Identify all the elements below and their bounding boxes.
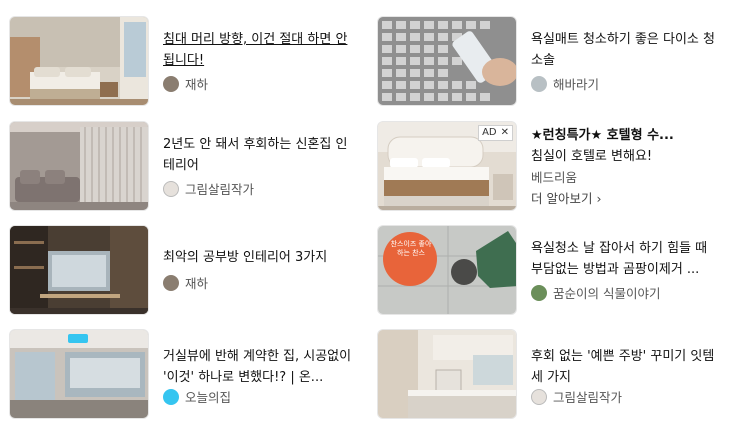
avatar bbox=[531, 388, 547, 405]
avatar bbox=[163, 274, 179, 291]
article-card[interactable]: 침대 머리 방향, 이건 절대 하면 안 됩니다! 재하 bbox=[9, 16, 359, 106]
learn-more-link[interactable]: 더 알아보기 › bbox=[531, 188, 601, 207]
close-icon[interactable]: ✕ bbox=[501, 127, 509, 139]
article-title[interactable]: 2년도 안 돼서 후회하는 신혼집 인테리어 bbox=[163, 134, 353, 176]
avatar bbox=[531, 75, 547, 92]
article-thumbnail[interactable] bbox=[9, 329, 149, 419]
article-card[interactable]: 후회 없는 '예쁜 주방' 꾸미기 잇템 세 가지 그림살림작가 bbox=[377, 329, 727, 419]
author-name: 그림살림작가 bbox=[185, 182, 255, 197]
article-card[interactable]: 욕실매트 청소하기 좋은 다이소 청소솔 해바라기 bbox=[377, 16, 727, 106]
avatar bbox=[531, 284, 547, 301]
author-info[interactable]: 그림살림작가 bbox=[163, 179, 254, 198]
ad-label: AD bbox=[482, 127, 497, 138]
article-thumbnail[interactable] bbox=[9, 16, 149, 106]
ad-badge[interactable]: AD ✕ bbox=[478, 125, 513, 141]
article-thumbnail[interactable] bbox=[9, 121, 149, 211]
ad-thumbnail[interactable]: AD ✕ bbox=[377, 121, 517, 211]
author-info[interactable]: 재하 bbox=[163, 74, 208, 93]
avatar bbox=[163, 180, 179, 197]
article-thumbnail[interactable] bbox=[377, 329, 517, 419]
ad-subtitle[interactable]: 침실이 호텔로 변해요! bbox=[531, 146, 721, 167]
avatar bbox=[163, 75, 179, 92]
author-info[interactable]: 꿈순이의 식물이야기 bbox=[531, 283, 660, 302]
article-title[interactable]: 후회 없는 '예쁜 주방' 꾸미기 잇템 세 가지 bbox=[531, 346, 721, 388]
ad-title[interactable]: ★런칭특가★ 호텔형 수... bbox=[531, 125, 721, 146]
author-name: 재하 bbox=[185, 77, 209, 92]
article-card[interactable]: 찬스이즈 좋아하는 찬스 욕실청소 날 잡아서 하기 힘들 때 부담없는 방법과… bbox=[377, 225, 727, 315]
author-name: 해바라기 bbox=[553, 77, 600, 92]
author-info[interactable]: 재하 bbox=[163, 273, 208, 292]
article-title[interactable]: 거실뷰에 반해 계약한 집, 시공없이 '이것' 하나로 변했다!? | 온..… bbox=[163, 346, 353, 388]
thumbnail-text: 찬스이즈 좋아하는 찬스 bbox=[390, 240, 432, 257]
author-info[interactable]: 그림살림작가 bbox=[531, 387, 622, 406]
article-title[interactable]: 욕실매트 청소하기 좋은 다이소 청소솔 bbox=[531, 29, 721, 71]
author-name: 오늘의집 bbox=[185, 390, 232, 405]
author-name: 꿈순이의 식물이야기 bbox=[553, 286, 661, 301]
article-card[interactable]: 최악의 공부방 인테리어 3가지 재하 bbox=[9, 225, 359, 315]
author-name: 그림살림작가 bbox=[553, 390, 623, 405]
ad-card[interactable]: AD ✕ ★런칭특가★ 호텔형 수... 침실이 호텔로 변해요! 베드리움 더… bbox=[377, 121, 727, 211]
article-title[interactable]: 침대 머리 방향, 이건 절대 하면 안 됩니다! bbox=[163, 29, 353, 71]
article-thumbnail[interactable] bbox=[9, 225, 149, 315]
article-card[interactable]: 2년도 안 돼서 후회하는 신혼집 인테리어 그림살림작가 bbox=[9, 121, 359, 211]
author-info[interactable]: 오늘의집 bbox=[163, 387, 231, 406]
article-thumbnail[interactable]: 찬스이즈 좋아하는 찬스 bbox=[377, 225, 517, 315]
avatar bbox=[163, 388, 179, 405]
article-thumbnail[interactable] bbox=[377, 16, 517, 106]
article-title[interactable]: 최악의 공부방 인테리어 3가지 bbox=[163, 247, 353, 268]
article-card[interactable]: 거실뷰에 반해 계약한 집, 시공없이 '이것' 하나로 변했다!? | 온..… bbox=[9, 329, 359, 419]
article-title[interactable]: 욕실청소 날 잡아서 하기 힘들 때 부담없는 방법과 곰팡이제거 ... bbox=[531, 238, 721, 280]
advertiser-name[interactable]: 베드리움 bbox=[531, 167, 577, 186]
author-name: 재하 bbox=[185, 276, 209, 291]
author-info[interactable]: 해바라기 bbox=[531, 74, 599, 93]
